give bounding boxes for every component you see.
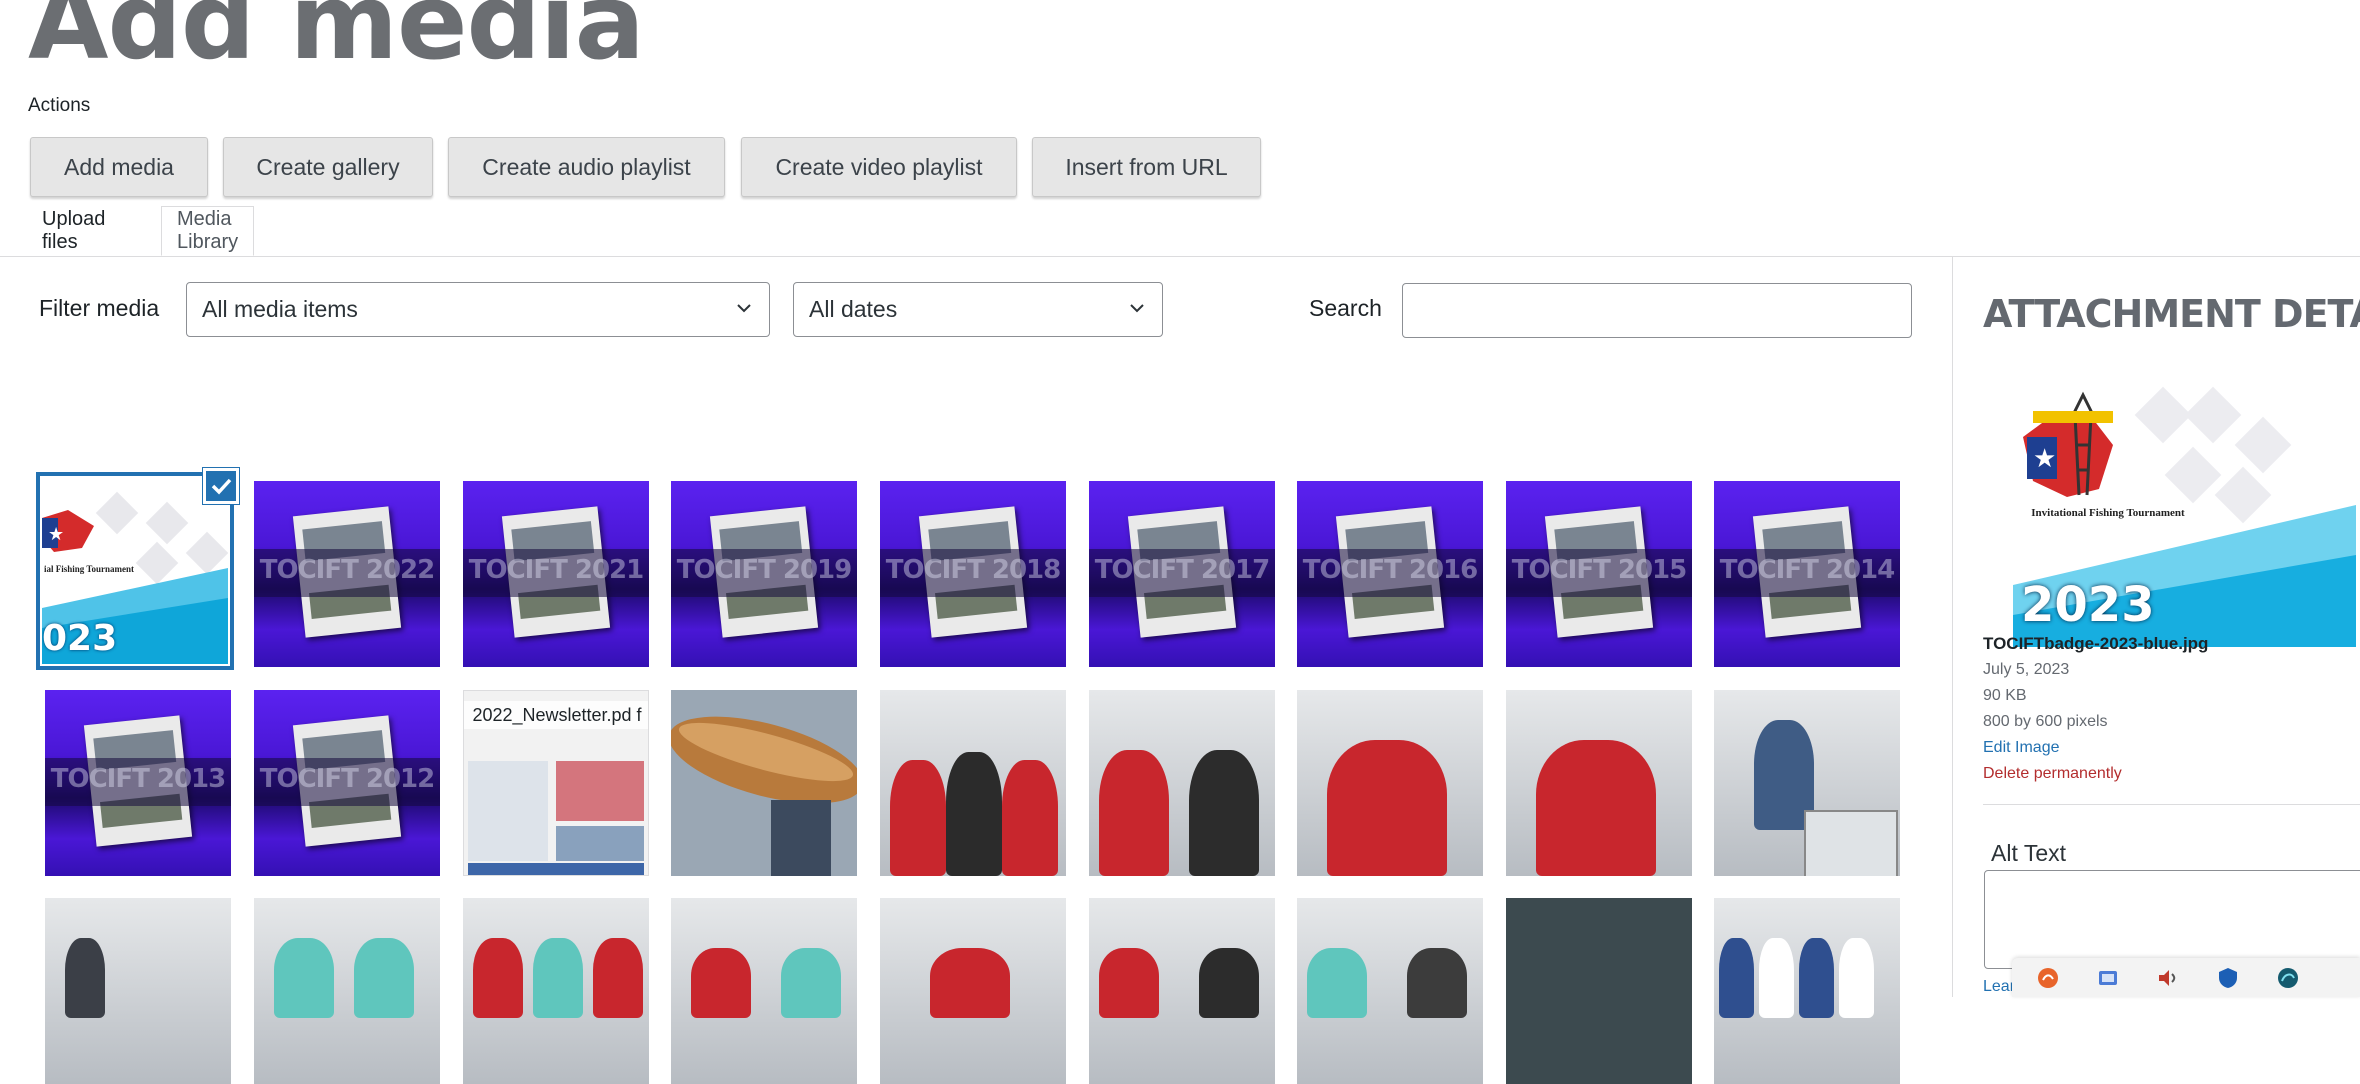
actions-label: Actions <box>28 95 91 116</box>
app-blue-icon[interactable] <box>2096 966 2120 990</box>
attachment-preview: ★ Invitational Fishing Tournament 2023 <box>2013 385 2356 647</box>
checkmark-icon <box>211 478 232 495</box>
svg-text:ial Fishing Tournament: ial Fishing Tournament <box>44 564 134 574</box>
media-item-cover[interactable]: TOCIFT 2021 <box>463 481 649 667</box>
cover-text: TOCIFT 2019 <box>676 555 853 585</box>
cover-text: TOCIFT 2022 <box>259 555 436 585</box>
media-item-photo[interactable] <box>1506 898 1692 1084</box>
volume-icon[interactable] <box>2156 966 2180 990</box>
shield-icon[interactable] <box>2216 966 2240 990</box>
media-item-cover[interactable]: TOCIFT 2022 <box>254 481 440 667</box>
system-tray <box>2012 958 2360 997</box>
chevron-down-icon <box>1130 304 1144 313</box>
media-item-photo-speaker-1[interactable] <box>1297 690 1483 876</box>
media-item-cover[interactable]: TOCIFT 2015 <box>1506 481 1692 667</box>
attachment-dimensions: 800 by 600 pixels <box>1983 713 2108 730</box>
cover-text: TOCIFT 2017 <box>1094 555 1271 585</box>
media-item-photo-handshake[interactable] <box>1089 690 1275 876</box>
attachment-size: 90 KB <box>1983 687 2027 704</box>
media-item-photo[interactable] <box>1297 898 1483 1084</box>
media-item-cover[interactable]: TOCIFT 2012 <box>254 690 440 876</box>
media-item-photo-group[interactable] <box>880 690 1066 876</box>
badge-year-text: 023 <box>42 618 118 659</box>
media-item-photo[interactable] <box>671 898 857 1084</box>
media-type-select-value: All media items <box>202 296 358 322</box>
media-item-cover[interactable]: TOCIFT 2018 <box>880 481 1066 667</box>
media-item-cover[interactable]: TOCIFT 2017 <box>1089 481 1275 667</box>
create-audio-playlist-button[interactable]: Create audio playlist <box>448 137 725 197</box>
media-item-cover[interactable]: TOCIFT 2014 <box>1714 481 1900 667</box>
details-divider <box>1983 804 2360 805</box>
add-media-button[interactable]: Add media <box>30 137 208 197</box>
pdf-filename: 2022_Newsletter.pd f <box>464 701 648 729</box>
tab-media-library[interactable]: Media Library <box>161 206 255 256</box>
cover-text: TOCIFT 2013 <box>50 764 227 794</box>
svg-text:★: ★ <box>2033 444 2056 474</box>
media-item-photo-fish[interactable] <box>671 690 857 876</box>
app-orange-icon[interactable] <box>2036 966 2060 990</box>
cover-text: TOCIFT 2016 <box>1302 555 1479 585</box>
sidebar-divider <box>1952 257 1953 997</box>
media-item-photo[interactable] <box>254 898 440 1084</box>
learn-link[interactable]: Lear <box>1983 978 2015 996</box>
media-item-cover[interactable]: TOCIFT 2016 <box>1297 481 1483 667</box>
create-video-playlist-button[interactable]: Create video playlist <box>741 137 1017 197</box>
cover-text: TOCIFT 2018 <box>885 555 1062 585</box>
media-item-photo-speaker-2[interactable] <box>1506 690 1692 876</box>
date-select[interactable]: All dates <box>793 282 1163 337</box>
delete-permanently-link[interactable]: Delete permanently <box>1983 765 2122 783</box>
fish-photo <box>671 690 857 876</box>
media-item-photo[interactable] <box>45 898 231 1084</box>
media-item-pdf[interactable]: 2022_Newsletter.pd f <box>463 690 649 876</box>
cover-text: TOCIFT 2012 <box>259 764 436 794</box>
search-input[interactable] <box>1402 283 1912 338</box>
media-item-cover[interactable]: TOCIFT 2019 <box>671 481 857 667</box>
create-gallery-button[interactable]: Create gallery <box>223 137 433 197</box>
date-select-value: All dates <box>809 296 898 322</box>
attachment-filename: TOCIFTbadge-2023-blue.jpg <box>1983 634 2209 653</box>
chevron-down-icon <box>737 304 751 313</box>
media-item-badge-2023[interactable]: ★ ial Fishing Tournament 023 <box>36 472 234 670</box>
media-item-photo[interactable] <box>880 898 1066 1084</box>
media-item-cover[interactable]: TOCIFT 2013 <box>45 690 231 876</box>
tab-upload-files[interactable]: Upload files <box>42 206 105 256</box>
alt-text-field[interactable] <box>1984 870 2360 969</box>
alt-text-label: Alt Text <box>1991 840 2066 866</box>
cover-text: TOCIFT 2014 <box>1719 555 1896 585</box>
app-teal-icon[interactable] <box>2276 966 2300 990</box>
svg-text:★: ★ <box>48 524 64 545</box>
attachment-details-heading: ATTACHMENT DETAILS <box>1983 292 2360 336</box>
cover-text: TOCIFT 2015 <box>1511 555 1688 585</box>
tabs-divider <box>0 256 2360 257</box>
media-item-photo[interactable] <box>1714 898 1900 1084</box>
selected-check-icon[interactable] <box>203 468 239 504</box>
badge-year: 2023 <box>2021 577 2155 633</box>
page-title: Add media <box>28 0 645 83</box>
media-item-photo[interactable] <box>1089 898 1275 1084</box>
search-label: Search <box>1309 295 1382 321</box>
media-item-photo-woman[interactable] <box>1714 690 1900 876</box>
media-item-photo[interactable] <box>463 898 649 1084</box>
media-type-select[interactable]: All media items <box>186 282 770 337</box>
insert-from-url-button[interactable]: Insert from URL <box>1032 137 1261 197</box>
filter-media-label: Filter media <box>39 295 160 321</box>
badge-subtitle: Invitational Fishing Tournament <box>2031 507 2185 519</box>
edit-image-link[interactable]: Edit Image <box>1983 739 2059 757</box>
attachment-date: July 5, 2023 <box>1983 661 2070 678</box>
cover-text: TOCIFT 2021 <box>468 555 645 585</box>
